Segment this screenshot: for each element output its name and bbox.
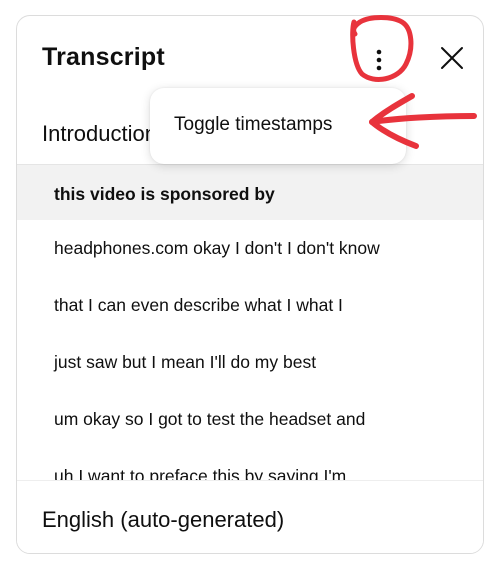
transcript-segment[interactable]: um okay so I got to test the headset and	[17, 391, 483, 448]
close-icon	[441, 47, 463, 69]
vertical-dots-icon	[376, 49, 382, 71]
transcript-segment[interactable]: that I can even describe what I what I	[17, 277, 483, 334]
transcript-segment[interactable]: just saw but I mean I'll do my best	[17, 334, 483, 391]
more-options-button[interactable]	[355, 36, 403, 84]
transcript-segment[interactable]: headphones.com okay I don't I don't know	[17, 220, 483, 277]
close-button[interactable]	[432, 36, 472, 80]
panel-title: Transcript	[42, 43, 165, 71]
transcript-footer: English (auto-generated)	[17, 480, 483, 553]
more-options-menu: Toggle timestamps	[150, 88, 406, 164]
transcript-segments[interactable]: this video is sponsored by headphones.co…	[17, 165, 483, 480]
transcript-segment[interactable]: uh I want to preface this by saying I'm	[17, 448, 483, 480]
chapter-title[interactable]: Introduction	[42, 121, 157, 147]
transcript-segment[interactable]: this video is sponsored by	[17, 165, 483, 220]
language-selector[interactable]: English (auto-generated)	[42, 507, 284, 533]
menu-item-toggle-timestamps[interactable]: Toggle timestamps	[174, 114, 332, 136]
